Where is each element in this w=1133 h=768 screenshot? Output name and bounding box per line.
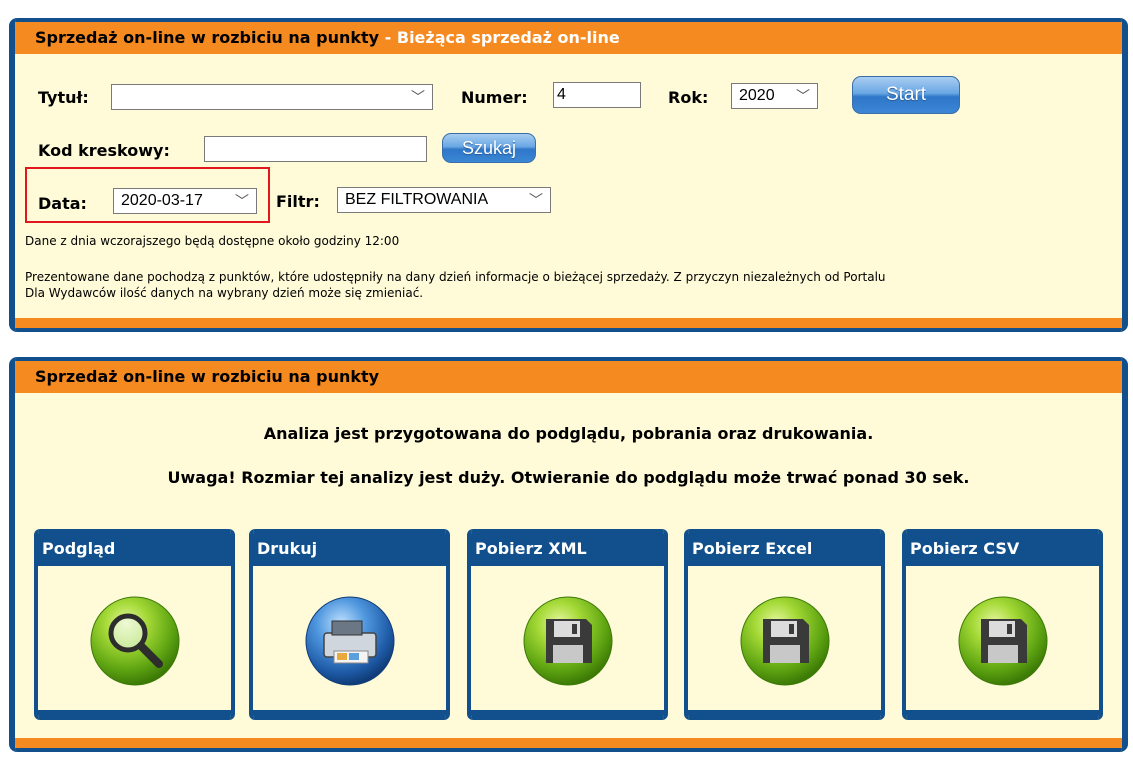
analysis-panel-footer bbox=[15, 738, 1122, 752]
pobierz-csv-card-footer bbox=[906, 710, 1099, 720]
podglad-card-title: Podgląd bbox=[38, 529, 231, 566]
rok-label: Rok: bbox=[668, 88, 709, 107]
analysis-size-warning: Uwaga! Rozmiar tej analizy jest duży. Ot… bbox=[167, 468, 970, 487]
printer-icon bbox=[305, 596, 394, 686]
analysis-ready-message: Analiza jest przygotowana do podglądu, p… bbox=[263, 424, 874, 443]
floppy-disk-icon bbox=[740, 596, 829, 686]
data-disclaimer-line1: Prezentowane dane pochodzą z punktów, kt… bbox=[25, 270, 886, 284]
filter-panel-footer bbox=[15, 318, 1122, 332]
filtr-select[interactable]: BEZ FILTROWANIA ﹀ bbox=[337, 187, 551, 213]
floppy-disk-icon bbox=[523, 596, 612, 686]
chevron-down-icon: ﹀ bbox=[235, 193, 249, 209]
filtr-label: Filtr: bbox=[276, 192, 320, 211]
podglad-card[interactable]: Podgląd bbox=[34, 529, 235, 720]
filtr-select-value: BEZ FILTROWANIA bbox=[345, 191, 489, 208]
chevron-down-icon: ﹀ bbox=[796, 88, 810, 104]
chevron-down-icon: ﹀ bbox=[411, 89, 425, 105]
tytul-label: Tytuł: bbox=[38, 88, 89, 107]
rok-select-value: 2020 bbox=[739, 87, 775, 104]
filter-panel-title: Sprzedaż on-line w rozbiciu na punkty bbox=[35, 28, 380, 47]
floppy-disk-icon bbox=[958, 596, 1047, 686]
pobierz-excel-card[interactable]: Pobierz Excel bbox=[684, 529, 885, 720]
drukuj-card-title: Drukuj bbox=[253, 529, 446, 566]
drukuj-card[interactable]: Drukuj bbox=[249, 529, 450, 720]
kod-kreskowy-input[interactable] bbox=[204, 136, 427, 162]
pobierz-xml-card-footer bbox=[471, 710, 664, 720]
tytul-select[interactable]: ﹀ bbox=[111, 84, 433, 110]
drukuj-card-footer bbox=[253, 710, 446, 720]
data-select[interactable]: 2020-03-17 ﹀ bbox=[113, 188, 257, 214]
kod-kreskowy-label: Kod kreskowy: bbox=[38, 141, 170, 160]
pobierz-excel-card-title: Pobierz Excel bbox=[688, 529, 881, 566]
szukaj-button[interactable]: Szukaj bbox=[442, 133, 536, 163]
pobierz-csv-card[interactable]: Pobierz CSV bbox=[902, 529, 1103, 720]
availability-note: Dane z dnia wczorajszego będą dostępne o… bbox=[25, 234, 400, 248]
data-disclaimer-line2: Dla Wydawców ilość danych na wybrany dzi… bbox=[25, 286, 424, 300]
numer-label: Numer: bbox=[461, 88, 528, 107]
filter-panel-header: Sprzedaż on-line w rozbiciu na punkty - … bbox=[15, 18, 1122, 54]
pobierz-xml-card[interactable]: Pobierz XML bbox=[467, 529, 668, 720]
magnifier-icon bbox=[90, 596, 179, 686]
start-button[interactable]: Start bbox=[852, 76, 960, 114]
filter-panel-separator: - bbox=[379, 28, 397, 47]
pobierz-csv-card-title: Pobierz CSV bbox=[906, 529, 1099, 566]
numer-input[interactable]: 4 bbox=[553, 82, 641, 108]
analysis-panel-header: Sprzedaż on-line w rozbiciu na punkty bbox=[15, 357, 1122, 393]
podglad-card-footer bbox=[38, 710, 231, 720]
rok-select[interactable]: 2020 ﹀ bbox=[731, 83, 818, 109]
chevron-down-icon: ﹀ bbox=[529, 192, 543, 208]
pobierz-excel-card-footer bbox=[688, 710, 881, 720]
data-select-value: 2020-03-17 bbox=[121, 192, 203, 209]
data-label: Data: bbox=[38, 194, 87, 213]
pobierz-xml-card-title: Pobierz XML bbox=[471, 529, 664, 566]
analysis-panel-title: Sprzedaż on-line w rozbiciu na punkty bbox=[35, 367, 380, 386]
filter-panel-subtitle: Bieżąca sprzedaż on-line bbox=[396, 28, 620, 47]
